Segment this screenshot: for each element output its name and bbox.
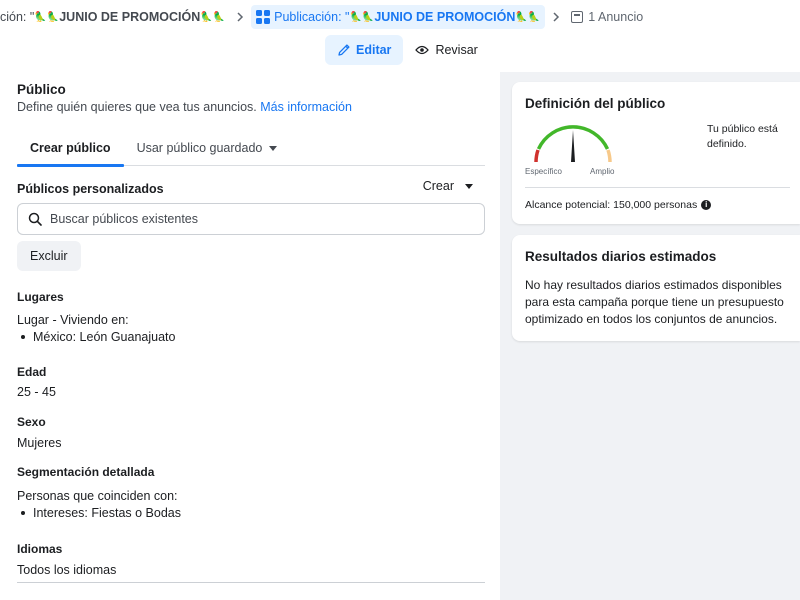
ad-icon — [571, 11, 584, 23]
parrot-emoji-icon: 🦜🦜 — [200, 11, 226, 23]
audience-description-row: Define quién quieres que vea tus anuncio… — [17, 100, 485, 114]
gauge-specific-label: Específico — [525, 167, 562, 176]
caret-down-icon — [269, 145, 278, 151]
pencil-icon — [338, 43, 350, 56]
parrot-emoji-icon: 🦜🦜 — [34, 11, 60, 23]
breadcrumb-ad[interactable]: 1 Anuncio — [567, 5, 647, 29]
age-value: 25 - 45 — [17, 385, 56, 399]
audience-definition-card: Definición del público Específico Amplio… — [512, 82, 800, 224]
breadcrumb-campaign[interactable]: ción: " 🦜🦜 JUNIO DE PROMOCIÓN 🦜🦜 — [0, 5, 229, 29]
gauge-needle — [571, 130, 575, 162]
chevron-right-icon — [545, 12, 567, 22]
create-audience-button[interactable]: Crear — [423, 179, 485, 193]
tab-saved-audience[interactable]: Usar público guardado — [130, 130, 285, 166]
custom-audiences-header: Públicos personalizados Crear — [17, 178, 485, 196]
audience-tabs: Crear público Usar público guardado — [17, 130, 485, 167]
locations-label: Lugares — [17, 290, 64, 304]
edit-label: Editar — [356, 43, 392, 57]
languages-value: Todos los idiomas — [17, 563, 117, 577]
eye-icon — [415, 45, 430, 55]
exclude-button[interactable]: Excluir — [17, 241, 81, 271]
audience-search-input[interactable] — [50, 212, 450, 226]
audience-title: Público — [17, 82, 66, 97]
review-label: Revisar — [435, 43, 478, 57]
age-label: Edad — [17, 365, 47, 379]
detailed-targeting-item-text: Intereses: Fiestas o Bodas — [33, 506, 181, 520]
breadcrumb-adset-prefix: Publicación: " — [274, 10, 350, 24]
potential-reach: Alcance potencial: 150,000 personas — [525, 199, 698, 211]
info-icon[interactable]: i — [701, 200, 712, 210]
audience-gauge — [534, 125, 612, 163]
search-icon — [28, 212, 42, 226]
grid-icon — [256, 10, 271, 24]
gender-value: Mujeres — [17, 436, 62, 450]
locations-prefix: Lugar - Viviendo en: — [17, 313, 129, 327]
chevron-right-icon — [229, 12, 251, 22]
tab-create-audience-label: Crear público — [30, 141, 111, 155]
review-button[interactable]: Revisar — [403, 35, 489, 65]
breadcrumb: ción: " 🦜🦜 JUNIO DE PROMOCIÓN 🦜🦜 Publica… — [0, 5, 647, 29]
daily-results-card: Resultados diarios estimados No hay resu… — [512, 235, 800, 341]
location-item: México: León Guanajuato — [17, 330, 485, 344]
parrot-emoji-icon: 🦜🦜 — [515, 11, 541, 23]
breadcrumb-campaign-name: JUNIO DE PROMOCIÓN — [59, 10, 201, 24]
divider — [17, 582, 485, 583]
breadcrumb-adset[interactable]: Publicación: " 🦜🦜 JUNIO DE PROMOCIÓN 🦜🦜 — [251, 5, 546, 29]
breadcrumb-adset-name: JUNIO DE PROMOCIÓN — [374, 10, 516, 24]
breadcrumb-campaign-prefix: ción: " — [0, 10, 35, 24]
caret-down-icon — [465, 183, 473, 189]
audience-panel: Público Define quién quieres que vea tus… — [0, 72, 500, 600]
audience-description: Define quién quieres que vea tus anuncio… — [17, 100, 257, 114]
audience-status: Tu público está definido. — [707, 123, 778, 150]
edit-button[interactable]: Editar — [325, 35, 404, 65]
daily-results-title: Resultados diarios estimados — [525, 249, 717, 264]
detailed-targeting-label: Segmentación detallada — [17, 465, 155, 479]
top-bar: ción: " 🦜🦜 JUNIO DE PROMOCIÓN 🦜🦜 Publica… — [0, 0, 800, 72]
audience-search-box[interactable] — [17, 203, 485, 235]
location-item-text: México: León Guanajuato — [33, 330, 176, 344]
custom-audiences-label: Públicos personalizados — [17, 182, 164, 196]
gender-label: Sexo — [17, 415, 46, 429]
languages-label: Idiomas — [17, 542, 63, 556]
gauge-broad-label: Amplio — [590, 167, 615, 176]
audience-definition-title: Definición del público — [525, 96, 666, 111]
divider — [525, 187, 790, 188]
breadcrumb-ad-label: 1 Anuncio — [588, 10, 644, 24]
detailed-targeting-prefix: Personas que coinciden con: — [17, 489, 178, 503]
detailed-targeting-item: Intereses: Fiestas o Bodas — [17, 506, 485, 520]
tab-create-audience[interactable]: Crear público — [17, 130, 124, 167]
daily-results-body: No hay resultados diarios estimados disp… — [525, 278, 784, 326]
more-info-link[interactable]: Más información — [260, 100, 352, 114]
mode-switch: Editar Revisar — [325, 35, 490, 65]
tab-saved-audience-label: Usar público guardado — [136, 141, 263, 155]
parrot-emoji-icon: 🦜🦜 — [349, 11, 375, 23]
potential-reach-row: Alcance potencial: 150,000 personas i — [525, 197, 712, 214]
create-audience-label: Crear — [422, 179, 454, 193]
